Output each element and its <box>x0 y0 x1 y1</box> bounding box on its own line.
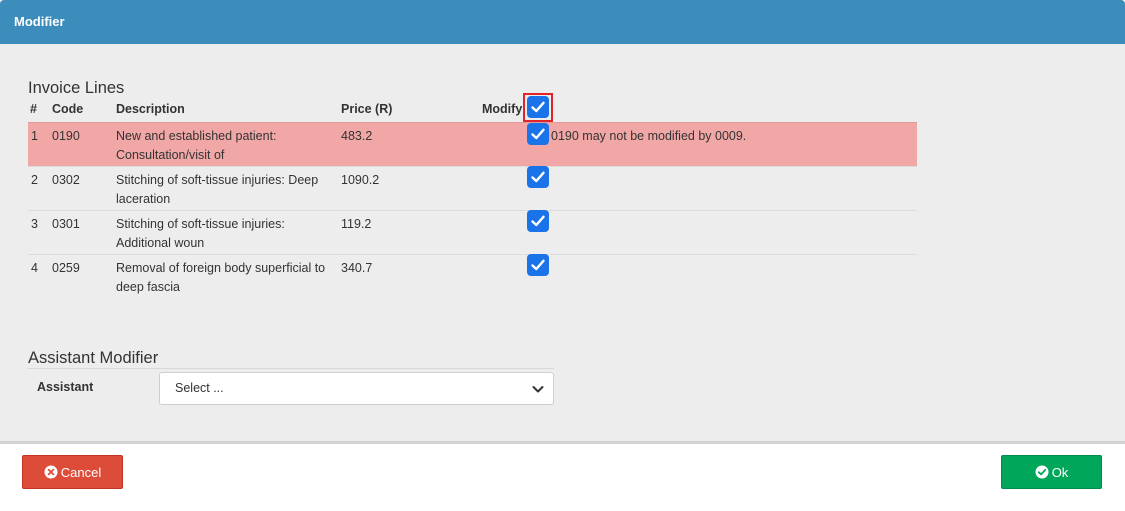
check-circle-icon <box>1035 465 1049 479</box>
row-description: Stitching of soft-tissue injuries: Addit… <box>116 217 285 250</box>
row-description: New and established patient: Consultatio… <box>116 129 277 162</box>
row-code: 0259 <box>52 261 80 275</box>
ok-button-label: Ok <box>1051 464 1069 480</box>
col-header-code: Code <box>52 102 84 116</box>
row-code: 0302 <box>52 173 80 187</box>
checkmark-icon <box>531 259 545 271</box>
col-header-modify: Modify <box>482 102 523 116</box>
assistant-label: Assistant <box>37 380 94 394</box>
row-code: 0190 <box>52 129 80 143</box>
row-price: 1090.2 <box>341 173 380 187</box>
cancel-button[interactable]: Cancel <box>22 455 123 489</box>
table-row: 1 0190 New and established patient: Cons… <box>28 122 917 166</box>
modal-title: Modifier <box>14 14 65 29</box>
modal-footer <box>0 441 1125 511</box>
row-description: Stitching of soft-tissue injuries: Deep … <box>116 173 319 206</box>
row-modify-checkbox[interactable] <box>527 166 549 188</box>
checkmark-icon <box>531 215 545 227</box>
ok-button[interactable]: Ok <box>1001 455 1102 489</box>
row-num: 2 <box>31 173 38 187</box>
table-row: 3 0301 Stitching of soft-tissue injuries… <box>28 210 917 254</box>
row-code: 0301 <box>52 217 80 231</box>
table-row: 4 0259 Removal of foreign body superfici… <box>28 254 917 298</box>
table-row: 2 0302 Stitching of soft-tissue injuries… <box>28 166 917 210</box>
checkmark-icon <box>531 171 545 183</box>
row-num: 3 <box>31 217 38 231</box>
assistant-modifier-title: Assistant Modifier <box>28 349 159 367</box>
focus-highlight <box>523 93 553 122</box>
row-price: 119.2 <box>341 217 372 231</box>
row-modify-checkbox[interactable] <box>527 210 549 232</box>
chevron-down-icon <box>532 386 544 393</box>
row-price: 340.7 <box>341 261 373 275</box>
row-price: 483.2 <box>341 129 373 143</box>
assistant-select-value: Select ... <box>175 381 224 395</box>
row-num: 4 <box>31 261 38 275</box>
invoice-lines-title: Invoice Lines <box>28 79 125 97</box>
row-modify-checkbox[interactable] <box>527 254 549 276</box>
col-header-description: Description <box>116 102 185 116</box>
modal-header: Modifier <box>0 0 1125 44</box>
checkmark-icon <box>531 128 545 140</box>
divider <box>28 368 554 369</box>
times-circle-icon <box>44 465 58 479</box>
assistant-select[interactable]: Select ... <box>159 372 554 405</box>
col-header-num: # <box>30 102 37 116</box>
row-error-message: 0190 may not be modified by 0009. <box>551 129 747 143</box>
cancel-button-label: Cancel <box>60 464 102 480</box>
col-header-price: Price (R) <box>341 102 393 116</box>
row-num: 1 <box>31 129 38 143</box>
row-description: Removal of foreign body superficial to d… <box>116 261 326 294</box>
row-modify-checkbox[interactable] <box>527 123 549 145</box>
